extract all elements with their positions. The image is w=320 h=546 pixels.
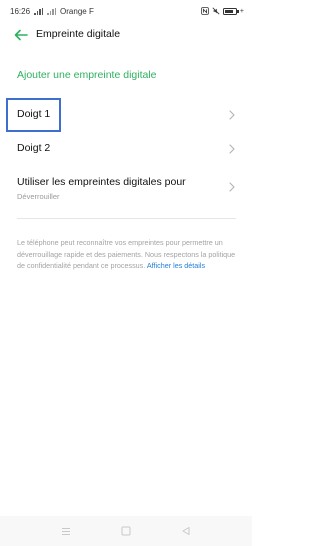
status-time: 16:26: [10, 6, 31, 16]
app-bar: Empreinte digitale: [0, 22, 252, 48]
signal-icon: [34, 7, 44, 15]
home-icon: [121, 526, 131, 536]
unlock-sublabel: Déverrouiller: [17, 192, 60, 201]
unlock-label: Utiliser les empreintes digitales pour: [17, 176, 186, 188]
add-fingerprint-button[interactable]: Ajouter une empreinte digitale: [17, 69, 157, 81]
finger-row-1[interactable]: Doigt 1: [0, 100, 252, 130]
battery-fill: [224, 9, 234, 13]
navigation-bar: [0, 516, 252, 546]
status-bar: 16:26 Orange F +: [0, 0, 252, 22]
signal-2-icon: [47, 7, 57, 15]
chevron-right-icon: [229, 110, 235, 120]
nav-back-button[interactable]: [179, 525, 193, 537]
fingerprint-description: Le téléphone peut reconnaître vos emprei…: [17, 237, 239, 272]
status-left: 16:26 Orange F: [10, 7, 94, 16]
back-button[interactable]: [12, 27, 30, 43]
finger-label: Doigt 2: [17, 142, 51, 154]
nfc-icon: [201, 7, 209, 15]
page-title: Empreinte digitale: [36, 28, 121, 40]
chevron-right-icon: [229, 144, 235, 154]
status-right: +: [201, 7, 244, 15]
menu-icon: [62, 527, 70, 535]
home-button[interactable]: [119, 525, 133, 537]
carrier-label: Orange F: [60, 6, 94, 16]
divider: [17, 218, 236, 219]
back-icon: [182, 527, 190, 535]
back-arrow-icon: [14, 29, 28, 41]
chevron-right-icon: [229, 182, 235, 192]
mute-icon: [212, 7, 220, 15]
finger-label: Doigt 1: [17, 108, 51, 120]
menu-button[interactable]: [59, 525, 73, 537]
details-link[interactable]: Afficher les détails: [147, 261, 205, 270]
battery-icon: [222, 7, 239, 15]
unlock-setting-row[interactable]: Utiliser les empreintes digitales pour D…: [0, 168, 252, 208]
finger-row-2[interactable]: Doigt 2: [0, 134, 252, 164]
